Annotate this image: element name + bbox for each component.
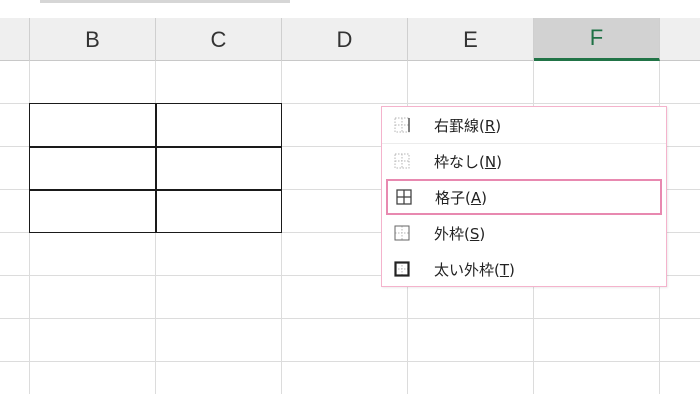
outside-borders-icon xyxy=(394,225,410,241)
all-borders-icon xyxy=(396,189,412,205)
menu-item-label: 格子(A) xyxy=(435,188,487,207)
menu-item-label: 外枠(S) xyxy=(434,224,486,243)
bordered-cell-range[interactable] xyxy=(29,103,282,233)
tab-edge xyxy=(40,0,290,3)
menu-item-thick-outside-border[interactable]: 太い外枠(T) xyxy=(382,251,666,287)
menu-item-label: 太い外枠(T) xyxy=(434,260,515,279)
menu-item-right-border[interactable]: 右罫線(R) xyxy=(382,107,666,143)
right-border-icon xyxy=(394,117,410,133)
column-header-c[interactable]: C xyxy=(156,18,282,61)
header-corner xyxy=(0,18,30,61)
gridline xyxy=(0,318,700,319)
column-header-row: B C D E F xyxy=(0,18,700,61)
menu-item-label: 右罫線(R) xyxy=(434,116,502,135)
menu-item-no-border[interactable]: 枠なし(N) xyxy=(382,143,666,179)
menu-item-label: 枠なし(N) xyxy=(434,152,502,171)
column-header-f[interactable]: F xyxy=(534,18,660,61)
thick-outside-border-icon xyxy=(394,261,410,277)
column-header-b[interactable]: B xyxy=(30,18,156,61)
column-header-e[interactable]: E xyxy=(408,18,534,61)
range-border xyxy=(155,104,157,232)
menu-item-outside-borders[interactable]: 外枠(S) xyxy=(382,215,666,251)
gridline xyxy=(0,361,700,362)
menu-item-all-borders[interactable]: 格子(A) xyxy=(386,179,662,215)
no-border-icon xyxy=(394,153,410,169)
column-header-d[interactable]: D xyxy=(282,18,408,61)
borders-dropdown-menu: 右罫線(R) 枠なし(N) 格子(A) 外枠(S) 太い外枠(T) xyxy=(381,106,667,287)
ribbon-bottom-edge xyxy=(0,0,700,4)
column-header-g[interactable] xyxy=(660,18,700,61)
